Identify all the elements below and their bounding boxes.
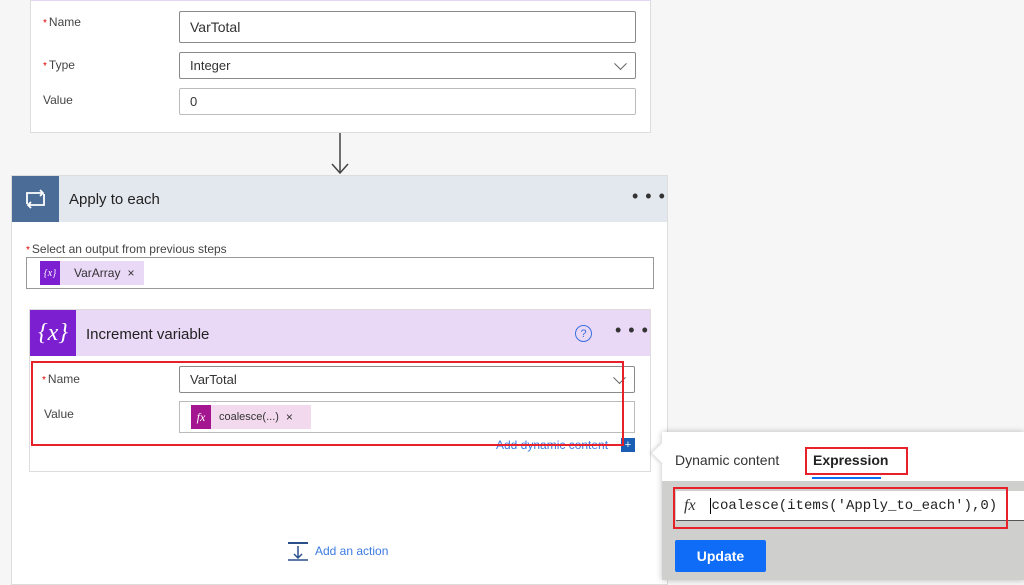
increment-variable-title: Increment variable <box>86 326 210 343</box>
apply-to-each-header[interactable]: Apply to each • • • <box>12 176 667 222</box>
tab-dynamic-content[interactable]: Dynamic content <box>675 452 779 468</box>
variable-icon: {x} <box>40 261 60 285</box>
card-top-border <box>31 0 651 1</box>
value-input[interactable]: 0 <box>179 88 636 115</box>
name-input[interactable]: VarTotal <box>179 11 636 43</box>
vararray-token: {x} VarArray × <box>40 261 144 285</box>
highlight-box <box>31 361 624 446</box>
name-label: * Name <box>43 15 81 29</box>
select-output-label: * Select an output from previous steps <box>26 242 227 256</box>
highlight-box <box>805 447 908 475</box>
highlight-box <box>673 487 1008 529</box>
remove-token-button[interactable]: × <box>127 266 134 280</box>
type-select[interactable]: Integer <box>179 52 636 79</box>
loop-icon <box>12 176 59 222</box>
token-label: VarArray <box>74 266 121 280</box>
arrow-down-icon <box>331 133 349 175</box>
chevron-down-icon <box>614 56 627 70</box>
more-options-button[interactable]: • • • <box>615 320 649 341</box>
add-action-label: Add an action <box>315 544 389 558</box>
select-output-input[interactable]: {x} VarArray × <box>26 257 654 289</box>
help-icon[interactable]: ? <box>575 325 592 342</box>
add-an-action-button[interactable]: Add an action <box>287 540 388 562</box>
value-label: Value <box>43 93 73 107</box>
add-action-icon <box>288 542 308 561</box>
update-button[interactable]: Update <box>675 540 766 572</box>
variable-icon: {x} <box>30 310 76 356</box>
increment-variable-header[interactable]: {x} Increment variable ? • • • <box>30 310 650 356</box>
type-label: * Type <box>43 58 75 72</box>
more-options-button[interactable]: • • • <box>632 186 666 207</box>
apply-to-each-title: Apply to each <box>69 191 160 208</box>
active-tab-indicator <box>812 477 881 479</box>
initialize-variable-card: * Name VarTotal * Type Integer Value 0 <box>30 0 651 133</box>
